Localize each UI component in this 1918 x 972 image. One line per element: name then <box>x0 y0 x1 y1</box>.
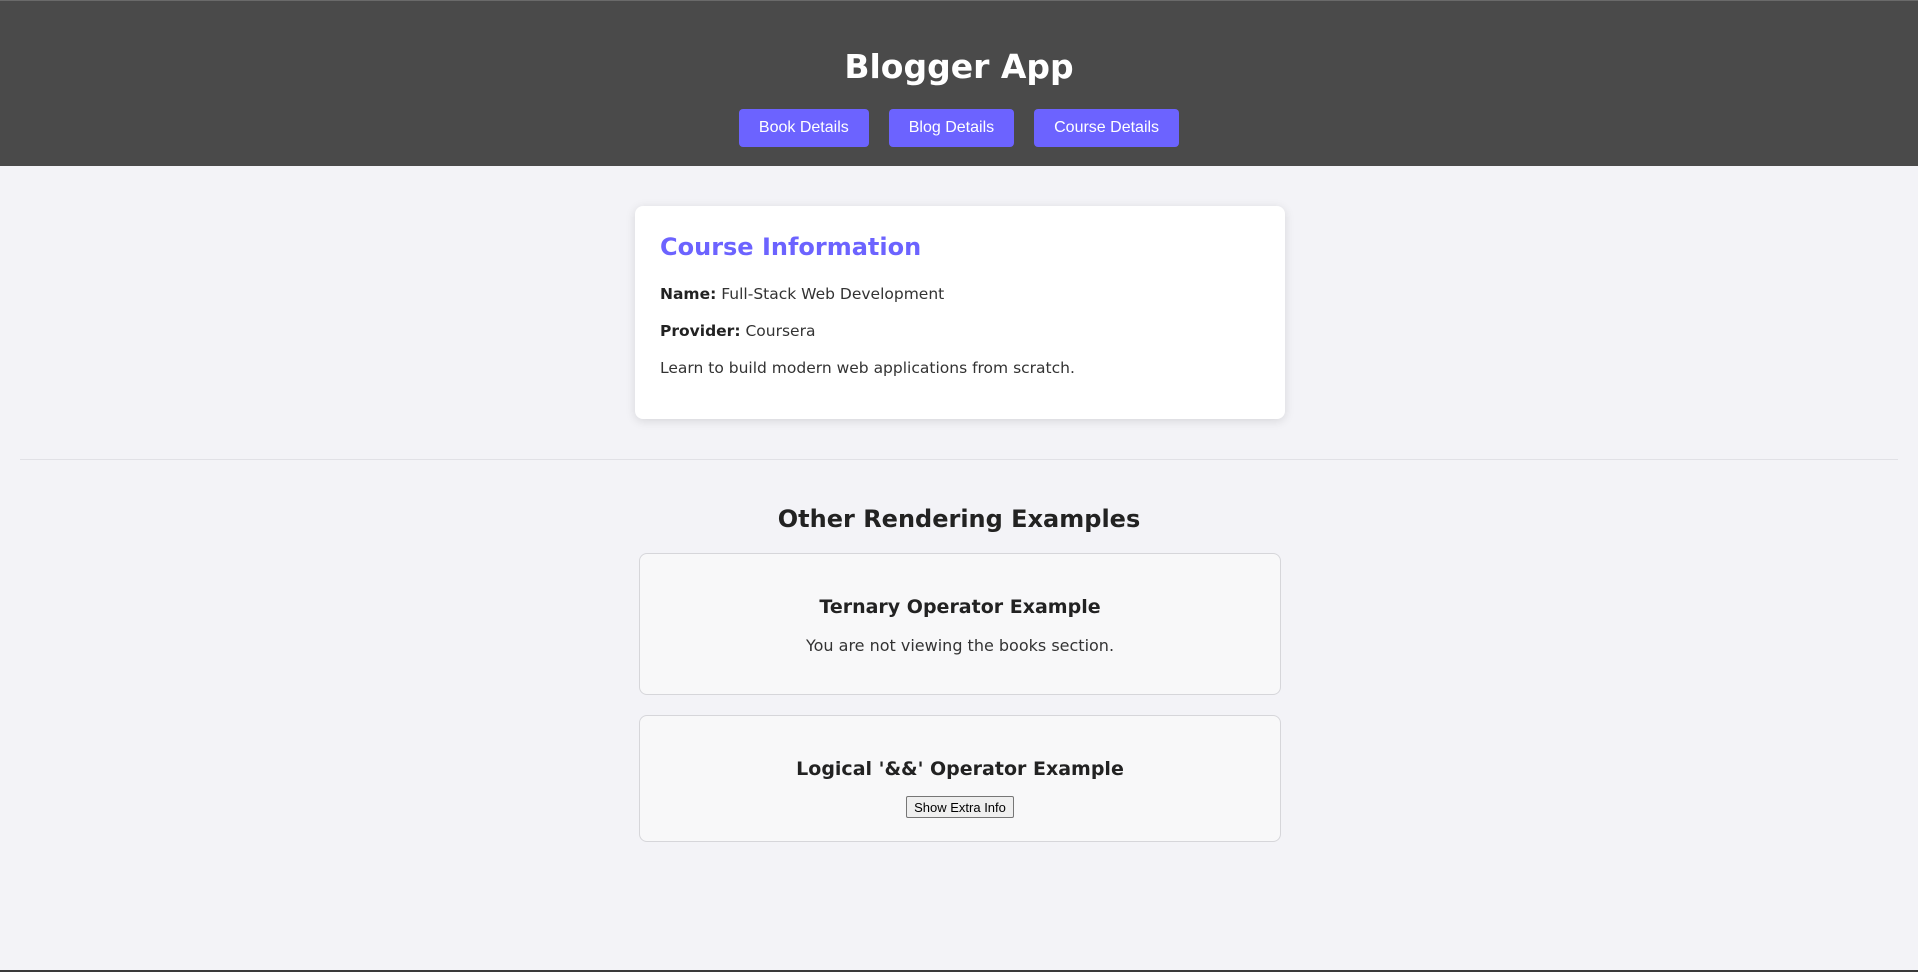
ternary-example-title: Ternary Operator Example <box>819 596 1101 618</box>
app-header: Blogger App Book Details Blog Details Co… <box>0 0 1918 166</box>
logical-example-title: Logical '&&' Operator Example <box>796 758 1124 780</box>
course-info-card: Course Information Name: Full-Stack Web … <box>635 206 1285 419</box>
course-provider-value: Coursera <box>745 322 816 340</box>
blog-details-button[interactable]: Blog Details <box>888 109 1015 147</box>
ternary-example-box: Ternary Operator Example You are not vie… <box>639 553 1281 695</box>
course-name-label: Name: <box>660 285 717 303</box>
course-heading: Course Information <box>660 233 922 261</box>
course-provider-label: Provider: <box>660 322 741 340</box>
course-details-button[interactable]: Course Details <box>1034 109 1180 147</box>
section-divider <box>20 459 1898 460</box>
logical-example-box: Logical '&&' Operator Example Show Extra… <box>639 715 1281 842</box>
nav-bar: Book Details Blog Details Course Details <box>0 109 1918 147</box>
course-name-line: Name: Full-Stack Web Development <box>660 284 1260 304</box>
other-examples-title: Other Rendering Examples <box>777 505 1141 533</box>
show-extra-info-button[interactable]: Show Extra Info <box>906 796 1014 818</box>
course-description: Learn to build modern web applications f… <box>660 359 1075 377</box>
book-details-button[interactable]: Book Details <box>738 109 869 147</box>
course-provider-line: Provider: Coursera <box>660 321 1260 341</box>
ternary-example-text: You are not viewing the books section. <box>805 636 1115 655</box>
app-title: Blogger App <box>844 47 1074 86</box>
course-name-value: Full-Stack Web Development <box>721 285 945 303</box>
